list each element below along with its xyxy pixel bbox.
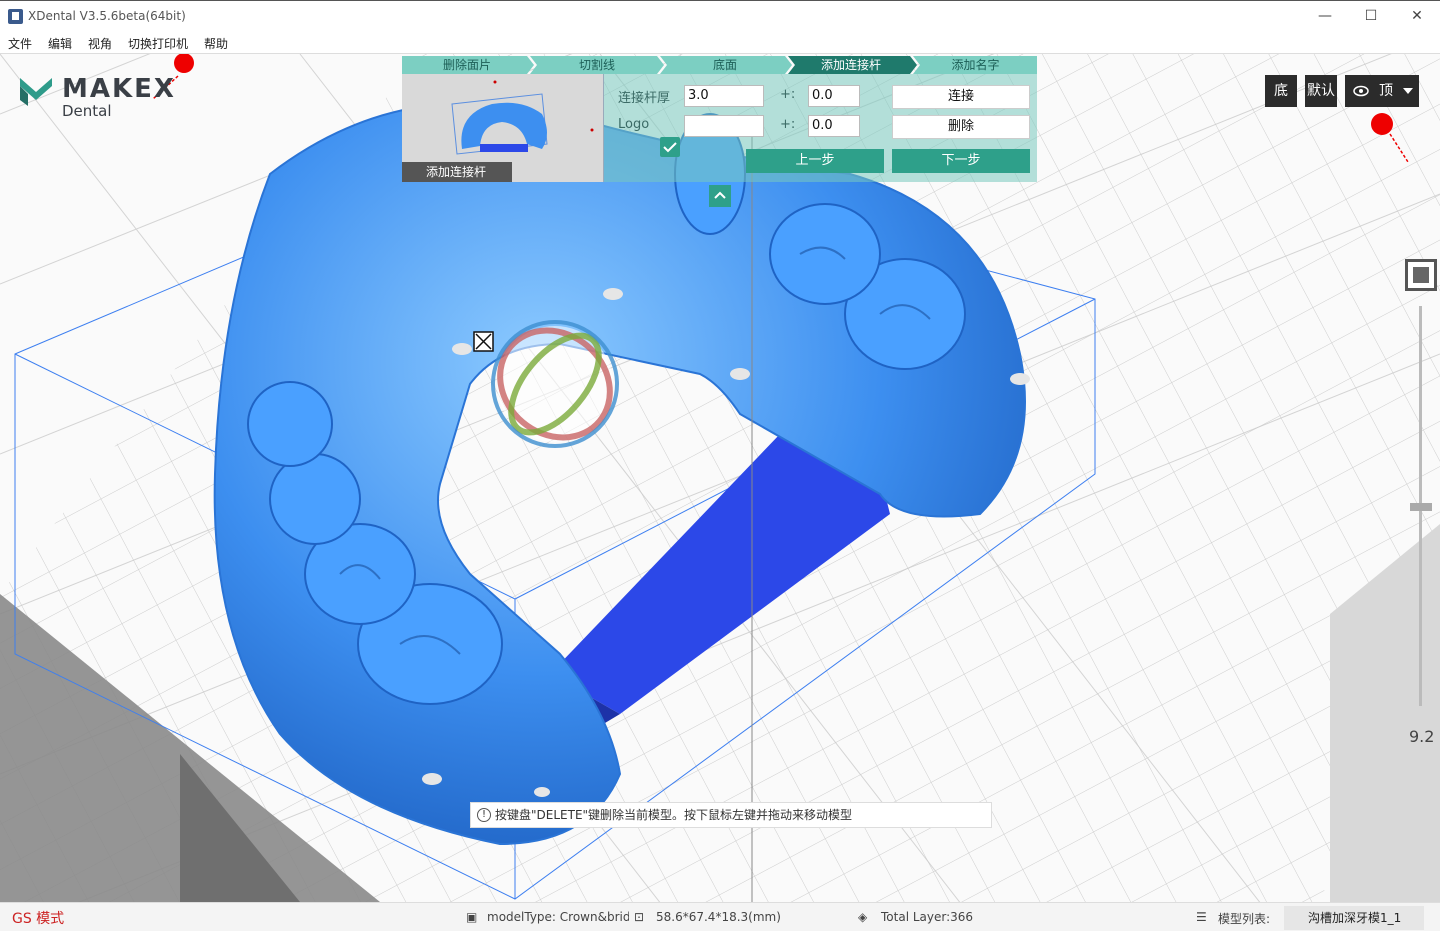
mode-label: GS 模式 bbox=[12, 911, 65, 927]
logo-label: Logo bbox=[618, 117, 650, 132]
check-icon bbox=[663, 142, 677, 153]
step-add-connector[interactable]: 添加连接杆 bbox=[788, 56, 914, 74]
minimize-button[interactable]: — bbox=[1302, 1, 1348, 31]
maximize-button[interactable]: ☐ bbox=[1348, 1, 1394, 31]
connect-button[interactable]: 连接 bbox=[892, 85, 1030, 109]
model-type: modelType: Crown&bridge bbox=[487, 910, 629, 924]
menu-view[interactable]: 视角 bbox=[88, 35, 112, 52]
total-layer: Total Layer:366 bbox=[881, 910, 974, 924]
model-dimensions: 58.6*67.4*18.3(mm) bbox=[656, 910, 781, 924]
eye-icon bbox=[1353, 85, 1369, 97]
dimensions-icon: ⊡ bbox=[634, 910, 645, 924]
menu-edit[interactable]: 编辑 bbox=[48, 35, 72, 52]
thickness-label: 连接杆厚 bbox=[618, 91, 671, 106]
step-cut-line[interactable]: 切割线 bbox=[532, 56, 662, 74]
layer-value: 9.2 bbox=[1409, 727, 1435, 746]
step-add-name[interactable]: 添加名字 bbox=[914, 56, 1037, 74]
menu-switch-printer[interactable]: 切换打印机 bbox=[128, 35, 188, 52]
menu-file[interactable]: 文件 bbox=[8, 35, 32, 52]
info-icon: ! bbox=[477, 808, 491, 822]
step-tabs: 删除面片 切割线 底面 添加连接杆 添加名字 bbox=[402, 56, 1037, 74]
makex-logo-icon bbox=[20, 78, 52, 106]
menu-bar: 文件 编辑 视角 切换打印机 帮助 bbox=[0, 32, 1440, 54]
move-cursor-icon bbox=[473, 331, 494, 352]
connector-panel: 添加连接杆 连接杆厚 3.0 Logo +: 0.0 +: 0.0 连接 删除 … bbox=[402, 74, 1037, 182]
panel-collapse-button[interactable] bbox=[709, 185, 731, 207]
menu-help[interactable]: 帮助 bbox=[204, 35, 228, 52]
hint-text: 按键盘"DELETE"键删除当前模型。按下鼠标左键并拖动来移动模型 bbox=[495, 808, 853, 822]
model-list-select[interactable]: 沟槽加深牙模1_1 bbox=[1284, 906, 1424, 930]
hint-bar: ! 按键盘"DELETE"键删除当前模型。按下鼠标左键并拖动来移动模型 bbox=[470, 802, 992, 828]
step-delete-patch[interactable]: 删除面片 bbox=[402, 56, 532, 74]
logo-brand: MAKEX bbox=[62, 74, 176, 104]
layer-toggle-icon[interactable] bbox=[1405, 259, 1437, 291]
brand-logo: MAKEX Dental bbox=[18, 72, 174, 120]
view-default-button[interactable]: 默认 bbox=[1305, 75, 1337, 107]
title-bar: XDental V3.5.6beta(64bit) — ☐ ✕ bbox=[0, 0, 1440, 32]
model-thumbnail[interactable]: 添加连接杆 bbox=[402, 74, 604, 182]
thumbnail-label: 添加连接杆 bbox=[402, 162, 512, 182]
status-bar: GS 模式 ▣ modelType: Crown&bridge ⊡ 58.6*6… bbox=[0, 902, 1440, 931]
next-step-button[interactable]: 下一步 bbox=[892, 149, 1030, 173]
logo-input[interactable] bbox=[684, 115, 764, 137]
app-icon bbox=[8, 9, 23, 24]
offset1-label: +: bbox=[780, 87, 796, 102]
layer-slider-thumb[interactable] bbox=[1410, 503, 1432, 511]
thumbnail-preview bbox=[451, 80, 594, 155]
prev-step-button[interactable]: 上一步 bbox=[746, 149, 884, 173]
logo-sub: Dental bbox=[62, 102, 112, 120]
offset1-input[interactable]: 0.0 bbox=[808, 85, 860, 107]
3d-viewport[interactable]: MAKEX Dental 删除面片 切割线 底面 添加连接杆 添加名字 添加连接… bbox=[0, 54, 1440, 902]
view-bottom-button[interactable]: 底 bbox=[1265, 75, 1297, 107]
offset2-input[interactable]: 0.0 bbox=[808, 115, 860, 137]
delete-button[interactable]: 删除 bbox=[892, 115, 1030, 139]
window-title: XDental V3.5.6beta(64bit) bbox=[28, 9, 186, 23]
layers-icon: ◈ bbox=[858, 910, 868, 924]
view-top-dropdown[interactable]: 顶 bbox=[1345, 75, 1419, 107]
caret-down-icon bbox=[1403, 88, 1413, 94]
offset2-label: +: bbox=[780, 117, 796, 132]
list-icon: ☰ bbox=[1196, 910, 1207, 924]
model-list-label: 模型列表: bbox=[1218, 912, 1271, 926]
chevron-up-icon bbox=[714, 191, 726, 199]
model-type-icon: ▣ bbox=[466, 910, 478, 924]
step-base[interactable]: 底面 bbox=[660, 56, 790, 74]
thickness-input[interactable]: 3.0 bbox=[684, 85, 764, 107]
view-top-label: 顶 bbox=[1379, 83, 1393, 99]
logo-checkbox[interactable] bbox=[660, 137, 680, 157]
close-button[interactable]: ✕ bbox=[1394, 1, 1440, 31]
